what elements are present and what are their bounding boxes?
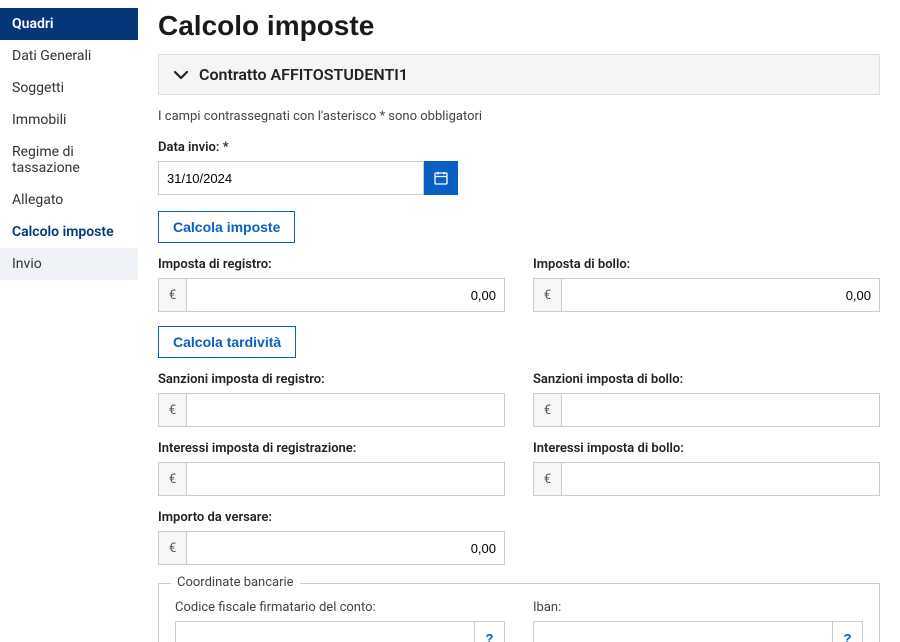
page-title: Calcolo imposte [158, 10, 880, 42]
euro-icon: € [158, 393, 186, 427]
imposta-registro-label: Imposta di registro: [158, 257, 505, 272]
imposta-bollo-input[interactable] [561, 278, 880, 312]
coordinate-bancarie-legend: Coordinate bancarie [171, 575, 300, 590]
data-invio-input[interactable] [158, 161, 424, 195]
help-icon: ? [485, 631, 493, 642]
imposta-bollo-label: Imposta di bollo: [533, 257, 880, 272]
codice-fiscale-help-button[interactable]: ? [475, 621, 505, 642]
importo-versare-input[interactable] [186, 531, 505, 565]
iban-input[interactable] [533, 621, 833, 642]
sidebar-item-soggetti[interactable]: Soggetti [0, 72, 138, 104]
euro-icon: € [533, 393, 561, 427]
euro-icon: € [158, 462, 186, 496]
euro-icon: € [158, 278, 186, 312]
calcola-imposte-button[interactable]: Calcola imposte [158, 211, 295, 243]
sanzioni-registro-label: Sanzioni imposta di registro: [158, 372, 505, 387]
chevron-down-icon [173, 67, 189, 83]
data-invio-label: Data invio: * [158, 140, 880, 155]
main-content: Calcolo imposte Contratto AFFITOSTUDENTI… [138, 0, 900, 642]
sidebar-item-allegato[interactable]: Allegato [0, 184, 138, 216]
sanzioni-bollo-input[interactable] [561, 393, 880, 427]
codice-fiscale-label: Codice fiscale firmatario del conto: [175, 600, 505, 615]
importo-versare-label: Importo da versare: [158, 510, 505, 525]
calendar-icon-button[interactable] [424, 161, 458, 195]
sidebar-item-invio[interactable]: Invio [0, 248, 138, 280]
interessi-bollo-input[interactable] [561, 462, 880, 496]
euro-icon: € [533, 462, 561, 496]
euro-icon: € [533, 278, 561, 312]
sidebar-item-dati-generali[interactable]: Dati Generali [0, 40, 138, 72]
iban-label: Iban: [533, 600, 863, 615]
imposta-registro-input[interactable] [186, 278, 505, 312]
codice-fiscale-input[interactable] [175, 621, 475, 642]
interessi-registrazione-input[interactable] [186, 462, 505, 496]
required-fields-hint: I campi contrassegnati con l'asterisco *… [158, 109, 880, 124]
help-icon: ? [843, 631, 851, 642]
interessi-registrazione-label: Interessi imposta di registrazione: [158, 441, 505, 456]
sidebar-item-regime-tassazione[interactable]: Regime di tassazione [0, 136, 138, 184]
interessi-bollo-label: Interessi imposta di bollo: [533, 441, 880, 456]
accordion-contratto-header[interactable]: Contratto AFFITOSTUDENTI1 [158, 54, 880, 95]
calendar-icon [433, 170, 449, 186]
iban-help-button[interactable]: ? [833, 621, 863, 642]
sanzioni-registro-input[interactable] [186, 393, 505, 427]
sanzioni-bollo-label: Sanzioni imposta di bollo: [533, 372, 880, 387]
coordinate-bancarie-fieldset: Coordinate bancarie Codice fiscale firma… [158, 583, 880, 642]
euro-icon: € [158, 531, 186, 565]
calcola-tardivita-button[interactable]: Calcola tardività [158, 326, 296, 358]
sidebar-item-immobili[interactable]: Immobili [0, 104, 138, 136]
accordion-label: Contratto AFFITOSTUDENTI1 [199, 65, 408, 84]
sidebar-nav: Quadri Dati Generali Soggetti Immobili R… [0, 0, 138, 642]
sidebar-header-quadri[interactable]: Quadri [0, 8, 138, 40]
sidebar-item-calcolo-imposte[interactable]: Calcolo imposte [0, 216, 138, 248]
